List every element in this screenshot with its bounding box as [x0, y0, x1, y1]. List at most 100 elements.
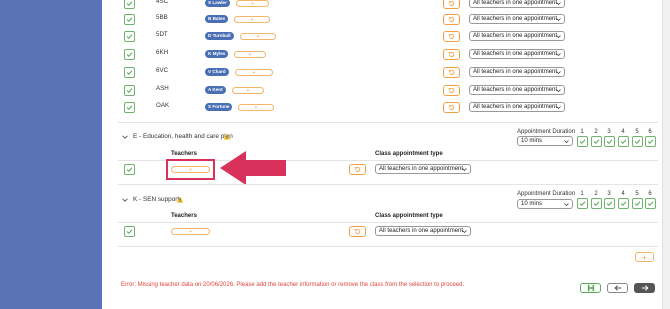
- duration-select[interactable]: 10 mins: [517, 199, 573, 209]
- day-checkbox[interactable]: [618, 136, 629, 147]
- check-icon: [620, 201, 627, 206]
- day-number: 3: [607, 191, 611, 197]
- reset-button[interactable]: [443, 31, 460, 42]
- check-icon: [126, 17, 133, 22]
- row-checkbox[interactable]: [124, 49, 135, 60]
- day-checkbox[interactable]: [632, 198, 643, 209]
- day-checkbox[interactable]: [645, 136, 656, 147]
- appointment-type-select[interactable]: All teachers in one appointment: [469, 0, 565, 8]
- reset-button[interactable]: [443, 102, 460, 113]
- day-number: 5: [635, 129, 639, 135]
- day-number: 4: [621, 191, 625, 197]
- day-checkbox[interactable]: [645, 198, 656, 209]
- appointment-type-select[interactable]: All teachers in one appointment: [469, 49, 565, 59]
- check-icon: [126, 88, 133, 93]
- day-checkbox[interactable]: [604, 136, 615, 147]
- back-button[interactable]: [607, 283, 628, 293]
- day-number: 3: [607, 129, 611, 135]
- day-checkbox[interactable]: [618, 198, 629, 209]
- undo-icon: [448, 104, 455, 110]
- add-teacher-pill[interactable]: +: [171, 228, 210, 235]
- add-teacher-pill[interactable]: +: [238, 104, 274, 111]
- check-icon: [620, 139, 627, 144]
- day-number: 4: [621, 129, 625, 135]
- row-checkbox[interactable]: [124, 0, 135, 9]
- appointment-type-select[interactable]: All teachers in one appointment: [469, 31, 565, 41]
- row-checkbox[interactable]: [124, 226, 135, 237]
- chevron-down-icon[interactable]: [122, 197, 128, 203]
- duration-label: Appointment Duration: [517, 191, 576, 197]
- reset-button[interactable]: [349, 226, 366, 237]
- reset-button[interactable]: [443, 67, 460, 78]
- class-name: 6VC: [156, 67, 169, 74]
- undo-icon: [448, 51, 455, 57]
- appointment-type-select[interactable]: All teachers in one appointment: [469, 67, 565, 77]
- class-name: 5DT: [156, 31, 168, 38]
- add-teacher-pill[interactable]: +: [236, 0, 269, 7]
- reset-button[interactable]: [443, 14, 460, 25]
- next-button[interactable]: [634, 283, 655, 293]
- chevron-down-icon[interactable]: [122, 134, 128, 140]
- appointment-type-select[interactable]: All teachers in one appointment: [375, 164, 471, 174]
- scrollbar[interactable]: [662, 0, 670, 309]
- undo-icon: [448, 69, 455, 75]
- row-checkbox[interactable]: [124, 67, 135, 78]
- undo-icon: [448, 16, 455, 22]
- class-name: 6KH: [156, 49, 169, 56]
- day-checkbox[interactable]: [577, 136, 588, 147]
- day-checkbox[interactable]: [577, 198, 588, 209]
- row-checkbox[interactable]: [124, 31, 135, 42]
- teacher-badge[interactable]: V Chard: [205, 68, 229, 76]
- appointment-type-select[interactable]: All teachers in one appointment: [469, 14, 565, 24]
- add-teacher-pill[interactable]: +: [232, 87, 264, 94]
- add-teacher-pill[interactable]: +: [235, 69, 273, 76]
- reset-button[interactable]: [443, 85, 460, 96]
- day-checkbox[interactable]: [632, 136, 643, 147]
- row-checkbox[interactable]: [124, 164, 135, 175]
- section-divider: [118, 184, 658, 185]
- teacher-badge[interactable]: S Lawler: [205, 0, 230, 7]
- check-icon: [126, 70, 133, 75]
- check-icon: [606, 201, 613, 206]
- teacher-badge[interactable]: A Kent: [205, 86, 226, 94]
- teacher-badge[interactable]: D Turnbull: [205, 32, 234, 40]
- teachers-header: Teachers: [171, 151, 197, 157]
- day-number: 6: [648, 129, 652, 135]
- check-icon: [647, 139, 654, 144]
- teacher-badge[interactable]: K Myles: [205, 50, 229, 58]
- appointment-type-select[interactable]: All teachers in one appointment: [375, 226, 471, 236]
- add-teacher-pill[interactable]: +: [240, 33, 276, 40]
- teacher-badge[interactable]: B Bates: [205, 15, 229, 23]
- check-icon: [126, 1, 133, 6]
- appointment-type-header: Class appointment type: [375, 213, 443, 219]
- duration-label: Appointment Duration: [517, 129, 576, 135]
- error-message: Error: Missing teacher data on 20/06/202…: [121, 282, 465, 288]
- duration-select[interactable]: 10 mins: [517, 136, 573, 146]
- section-divider: [118, 122, 658, 123]
- add-teacher-pill[interactable]: +: [234, 16, 270, 23]
- row-checkbox[interactable]: [124, 14, 135, 25]
- reset-button[interactable]: [443, 0, 460, 9]
- teacher-badge[interactable]: S Fortune: [205, 103, 233, 111]
- add-teacher-pill[interactable]: +: [234, 51, 266, 58]
- reset-button[interactable]: [349, 164, 366, 175]
- day-number: 1: [580, 129, 584, 135]
- day-checkbox[interactable]: [591, 136, 602, 147]
- day-number: 2: [594, 129, 598, 135]
- arrow-left-icon: [613, 285, 621, 291]
- check-icon: [593, 201, 600, 206]
- check-icon: [126, 34, 133, 39]
- class-name: OAK: [156, 102, 170, 109]
- reset-button[interactable]: [443, 49, 460, 60]
- appointment-type-select[interactable]: All teachers in one appointment: [469, 102, 565, 112]
- section-divider: [118, 246, 658, 247]
- day-checkbox[interactable]: [604, 198, 615, 209]
- check-icon: [579, 201, 586, 206]
- day-number: 5: [635, 191, 639, 197]
- add-button[interactable]: +: [635, 252, 654, 262]
- day-checkbox[interactable]: [591, 198, 602, 209]
- row-checkbox[interactable]: [124, 85, 135, 96]
- row-checkbox[interactable]: [124, 102, 135, 113]
- save-button[interactable]: [580, 283, 601, 293]
- appointment-type-select[interactable]: All teachers in one appointment: [469, 85, 565, 95]
